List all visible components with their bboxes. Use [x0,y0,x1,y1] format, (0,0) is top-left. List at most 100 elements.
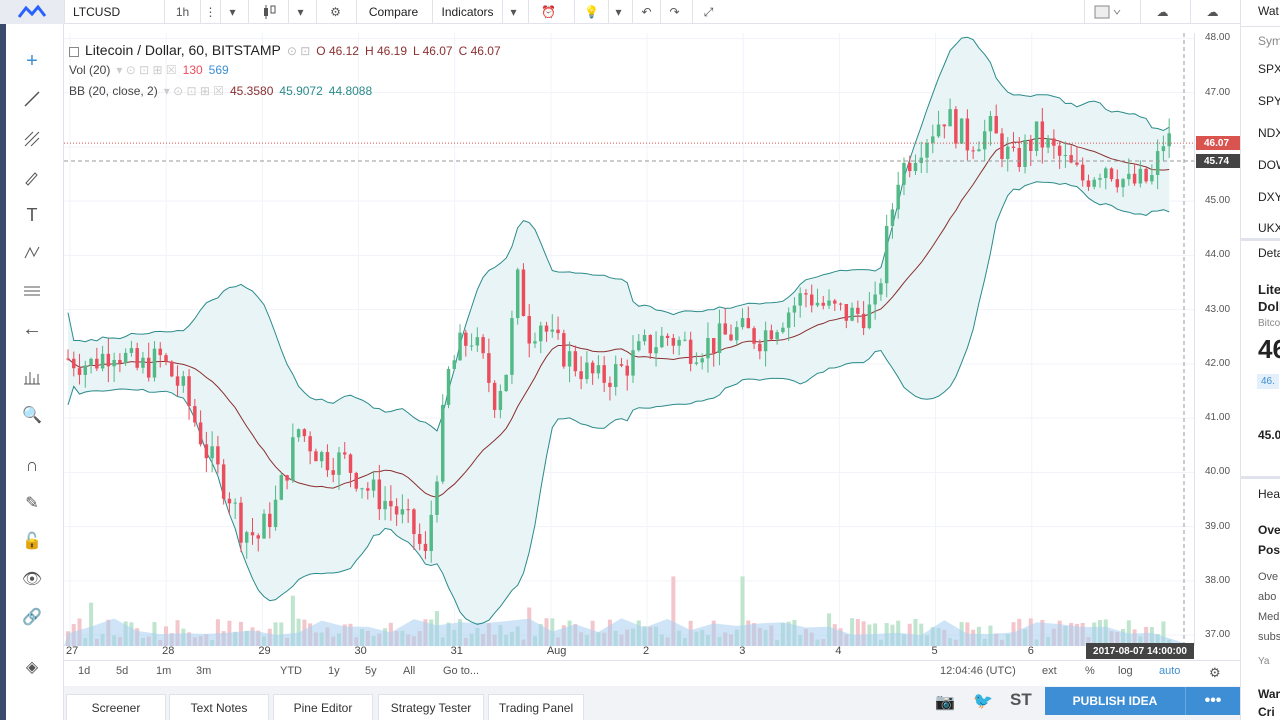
chevron-down-icon[interactable]: ▾ [608,0,628,24]
pitchfork-icon[interactable] [14,124,50,154]
compare-button[interactable]: Compare [356,0,430,24]
tab-trading-panel[interactable]: Trading Panel [488,694,584,720]
candle-body [66,358,70,360]
measure-icon[interactable] [14,362,50,392]
candle-body [371,479,376,491]
candle-body [873,294,877,305]
trendline-icon[interactable] [14,84,50,114]
vol-controls-icon[interactable]: ▾ ⊙ ⊡ ⊞ ☒ [116,63,176,77]
eye-icon[interactable]: 👁 [14,564,50,594]
range-5y[interactable]: 5y [365,665,377,677]
cloud-load-icon[interactable]: ☁ [1140,0,1184,24]
legend-collapse-icon[interactable] [69,46,79,57]
log-toggle[interactable]: log [1118,665,1133,677]
tab-pine-editor[interactable]: Pine Editor [273,694,373,720]
indicators-button[interactable]: Indicators [432,0,502,24]
news-title-4[interactable]: Cri [1258,705,1275,719]
chevron-down-icon[interactable]: ▾ [220,0,244,24]
goto-button[interactable]: Go to... [443,665,479,677]
candle-body [95,358,99,369]
crosshair-icon[interactable]: + [14,46,50,76]
undo-icon[interactable]: ↶ [632,0,660,24]
brush-icon[interactable] [14,162,50,192]
watchlist-item[interactable]: UKX [1258,221,1280,235]
candle-body [1075,162,1079,165]
lock-icon[interactable]: 🔓 [14,526,50,556]
alert-icon[interactable]: ⏰ [528,0,568,24]
range-bar: 1d 5d 1m 3m YTD 1y 5y All Go to... 12:04… [64,660,1240,682]
candle-body [273,499,278,528]
cursor-time-badge: 2017-08-07 14:00:00 [1086,643,1194,659]
news-title-2[interactable]: Pos [1258,543,1280,557]
fullscreen-icon[interactable]: ⤢ [692,0,724,24]
link-icon[interactable]: 🔗 [14,602,50,632]
range-all[interactable]: All [403,665,415,677]
price-tick-label: 45.00 [1205,195,1231,207]
tab-text-notes[interactable]: Text Notes [169,694,269,720]
tab-strategy-tester[interactable]: Strategy Tester [378,694,484,720]
magnet-icon[interactable]: ∩ [14,450,50,480]
camera-icon[interactable]: 📷 [935,692,955,712]
news-title-1[interactable]: Ove [1258,523,1280,537]
watchlist-item[interactable]: DOW [1258,158,1280,172]
symbol-search-input[interactable]: LTCUSD [64,0,164,24]
time-axis[interactable]: 27 28 29 30 31 Aug 2 3 4 5 6 [64,645,1194,660]
candle-style-icon[interactable] [248,0,288,24]
bulb-icon[interactable]: 💡 [574,0,608,24]
news-title-3[interactable]: War [1258,687,1280,701]
stocktwits-button[interactable]: ST [1010,690,1032,710]
cloud-save-icon[interactable]: ☁ [1190,0,1234,24]
prediction-icon[interactable] [14,276,50,306]
auto-toggle[interactable]: auto [1159,665,1180,677]
range-1m[interactable]: 1m [156,665,171,677]
candle-body [285,475,289,481]
candle-body [325,452,330,471]
percent-toggle[interactable]: % [1085,665,1095,677]
range-3m[interactable]: 3m [196,665,211,677]
range-1y[interactable]: 1y [328,665,340,677]
candle-body [608,382,612,388]
watchlist-item[interactable]: NDX [1258,126,1280,140]
pattern-icon[interactable] [14,238,50,268]
watchlist-item[interactable]: SPY [1258,94,1280,108]
candle-body [671,338,676,346]
text-tool-icon[interactable]: T [14,200,50,230]
candle-body [302,429,307,437]
range-ytd[interactable]: YTD [280,665,302,677]
price-chart[interactable] [64,33,1194,646]
interval-button[interactable]: 1h [164,0,200,24]
candle-body [452,360,457,370]
pencil-lock-icon[interactable]: ✎ [14,488,50,518]
bb-controls-icon[interactable]: ▾ ⊙ ⊡ ⊞ ☒ [164,84,224,98]
arrow-back-icon[interactable]: ← [14,314,50,344]
range-1d[interactable]: 1d [78,665,90,677]
publish-idea-button[interactable]: PUBLISH IDEA [1045,687,1185,715]
ext-toggle[interactable]: ext [1042,665,1057,677]
more-vert-icon[interactable]: ⋮ [200,0,220,24]
utc-clock[interactable]: 12:04:46 (UTC) [940,665,1016,677]
time-tick-label: 31 [450,645,463,657]
chevron-down-icon[interactable]: ▾ [288,0,312,24]
candle-body [135,348,139,368]
candle-body [573,351,578,372]
price-axis[interactable]: 48.0047.0046.0045.0044.0043.0042.0041.00… [1194,32,1240,646]
gear-icon[interactable]: ⚙ [316,0,354,24]
drawing-toolbar: + T ← 🔍 ∩ ✎ 🔓 👁 🔗 ◈ [0,24,64,720]
candle-body [308,436,312,452]
watchlist-item[interactable]: SPX [1258,62,1280,76]
tradingview-logo[interactable] [0,0,64,24]
tab-screener[interactable]: Screener [66,694,166,720]
legend-settings-icon[interactable]: ⊙ ⊡ [287,44,310,58]
more-options-button[interactable]: ••• [1185,687,1240,715]
redo-icon[interactable]: ↷ [660,0,688,24]
watchlist-item[interactable]: DXY [1258,190,1280,204]
bb-upper: 45.9072 [279,84,323,98]
layout-icon[interactable] [1084,0,1130,24]
candle-body [112,359,116,367]
gear-icon[interactable]: ⚙ [1209,665,1221,681]
twitter-icon[interactable]: 🐦 [973,691,993,711]
layers-icon[interactable]: ◈ [14,652,50,682]
zoom-icon[interactable]: 🔍 [14,400,50,430]
chevron-down-icon[interactable]: ▾ [502,0,524,24]
range-5d[interactable]: 5d [116,665,128,677]
